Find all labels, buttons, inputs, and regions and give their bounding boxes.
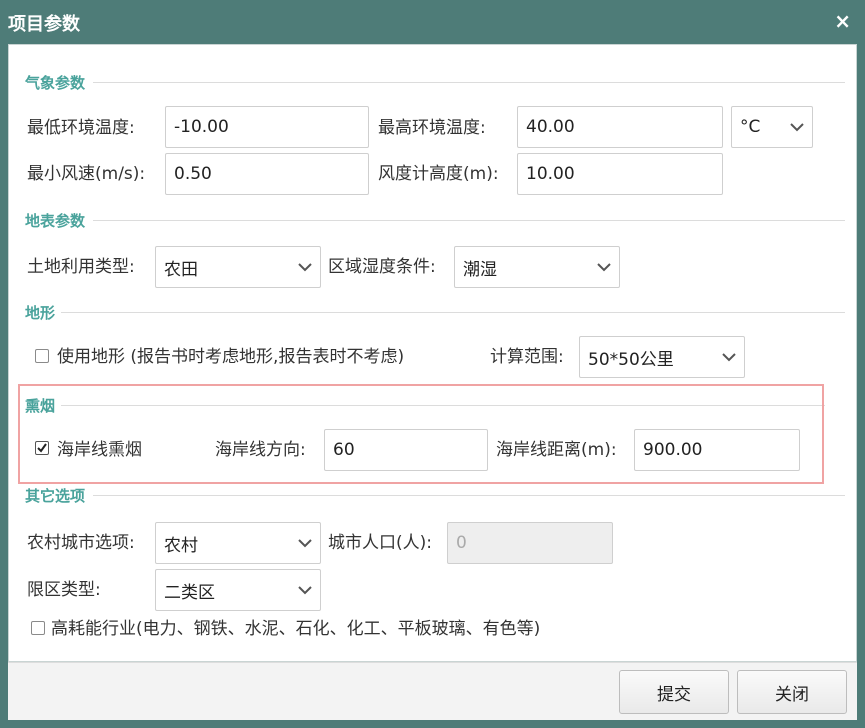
dialog-content: 气象参数 最低环境温度: 最高环境温度: °C 最小风速(m/s): 风度计高度… [8, 44, 857, 662]
urban-rural-value: 农村 [164, 535, 198, 556]
chevron-down-icon [290, 523, 320, 563]
anemometer-height-input[interactable] [517, 153, 723, 195]
chevron-down-icon [782, 107, 812, 147]
min-wind-label: 最小风速(m/s): [27, 164, 146, 184]
land-use-value: 农田 [164, 259, 198, 280]
legend-surface: 地表参数 [25, 210, 845, 230]
urban-rural-select[interactable]: 农村 [155, 522, 321, 564]
chevron-down-icon [290, 570, 320, 610]
legend-meteorology: 气象参数 [25, 72, 845, 92]
title-bar[interactable]: 项目参数 × [0, 0, 865, 42]
land-use-label: 土地利用类型: [27, 257, 135, 277]
zone-type-value: 二类区 [164, 582, 215, 603]
legend-terrain: 地形 [25, 302, 845, 322]
fumigation-highlight-box [18, 384, 824, 484]
high-energy-industry-label: 高耗能行业(电力、钢铁、水泥、石化、化工、平板玻璃、有色等) [51, 619, 541, 639]
calc-range-value: 50*50公里 [588, 349, 674, 370]
use-terrain-label: 使用地形 (报告书时考虑地形,报告表时不考虑) [57, 347, 405, 367]
urban-population-input [447, 522, 613, 564]
humidity-select[interactable]: 潮湿 [454, 246, 620, 288]
humidity-value: 潮湿 [463, 259, 497, 280]
land-use-select[interactable]: 农田 [155, 246, 321, 288]
chevron-down-icon [290, 247, 320, 287]
legend-divider [93, 495, 845, 496]
min-temp-input[interactable] [165, 106, 369, 148]
high-energy-industry-checkbox[interactable] [31, 621, 45, 635]
use-terrain-checkbox[interactable] [35, 349, 49, 363]
dialog-title: 项目参数 [8, 14, 80, 35]
dialog-footer: 提交 关闭 [8, 662, 857, 720]
min-temp-label: 最低环境温度: [27, 118, 135, 138]
min-wind-input[interactable] [165, 153, 369, 195]
zone-type-select[interactable]: 二类区 [155, 569, 321, 611]
legend-divider [61, 312, 845, 313]
close-icon[interactable]: × [834, 9, 851, 33]
calc-range-label: 计算范围: [490, 347, 564, 367]
max-temp-label: 最高环境温度: [378, 118, 486, 138]
anemometer-height-label: 风度计高度(m): [378, 164, 499, 184]
temp-unit-select[interactable]: °C [731, 106, 813, 148]
humidity-label: 区域湿度条件: [328, 257, 436, 277]
legend-other-options: 其它选项 [25, 485, 845, 505]
zone-type-label: 限区类型: [27, 580, 101, 600]
calc-range-select[interactable]: 50*50公里 [579, 336, 745, 378]
close-button[interactable]: 关闭 [737, 670, 847, 714]
chevron-down-icon [589, 247, 619, 287]
urban-rural-label: 农村城市选项: [27, 533, 135, 553]
legend-divider [93, 82, 845, 83]
chevron-down-icon [714, 337, 744, 377]
submit-button[interactable]: 提交 [619, 670, 729, 714]
temp-unit-value: °C [740, 117, 761, 137]
urban-population-label: 城市人口(人): [328, 533, 432, 553]
max-temp-input[interactable] [517, 106, 723, 148]
legend-divider [93, 220, 845, 221]
project-parameters-dialog: 项目参数 × 气象参数 最低环境温度: 最高环境温度: °C 最小风速(m/s)… [0, 0, 865, 728]
